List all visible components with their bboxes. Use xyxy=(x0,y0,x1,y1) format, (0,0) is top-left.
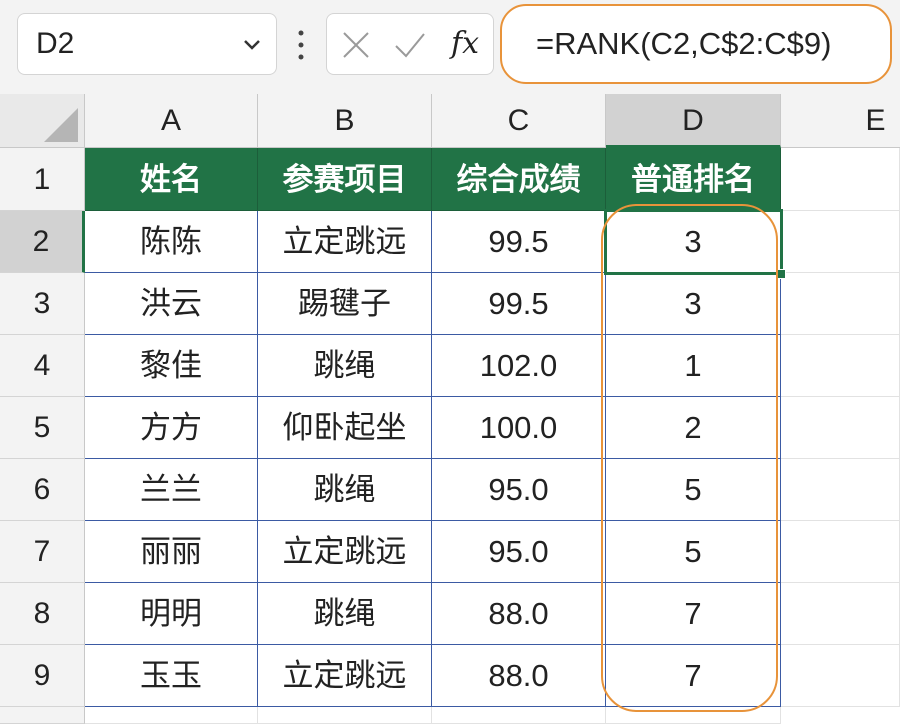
row-header-8[interactable]: 8 xyxy=(0,583,85,645)
table-header-event[interactable]: 参赛项目 xyxy=(258,148,432,211)
table-header-rank[interactable]: 普通排名 xyxy=(606,148,781,211)
row-header-4[interactable]: 4 xyxy=(0,335,85,397)
cell-event[interactable]: 立定跳远 xyxy=(258,521,432,583)
cell-event[interactable]: 跳绳 xyxy=(258,459,432,521)
table-header-name[interactable]: 姓名 xyxy=(85,148,258,211)
row-header-10[interactable] xyxy=(0,707,85,724)
row-header-6[interactable]: 6 xyxy=(0,459,85,521)
cell-event[interactable]: 踢毽子 xyxy=(258,273,432,335)
cell-e7[interactable] xyxy=(781,521,900,583)
fx-label[interactable]: fx xyxy=(451,26,479,61)
rank-highlight-outline xyxy=(601,204,778,712)
cell-e4[interactable] xyxy=(781,335,900,397)
cell-e1[interactable] xyxy=(781,148,900,211)
formula-bar: D2 fx =RANK(C2,C$2:C$9) xyxy=(0,0,900,94)
cell-score[interactable]: 88.0 xyxy=(432,645,606,707)
cell-e9[interactable] xyxy=(781,645,900,707)
cell-a10[interactable] xyxy=(85,707,258,724)
column-header-d[interactable]: D xyxy=(606,94,781,148)
cell-name[interactable]: 黎佳 xyxy=(85,335,258,397)
cell-score[interactable]: 95.0 xyxy=(432,521,606,583)
column-header-c[interactable]: C xyxy=(432,94,606,148)
table-header-score[interactable]: 综合成绩 xyxy=(432,148,606,211)
cell-name[interactable]: 方方 xyxy=(85,397,258,459)
row-header-5[interactable]: 5 xyxy=(0,397,85,459)
x-icon[interactable] xyxy=(339,28,373,62)
column-header-e[interactable]: E xyxy=(781,94,900,148)
cell-event[interactable]: 跳绳 xyxy=(258,583,432,645)
name-box-value: D2 xyxy=(36,27,75,60)
cell-name[interactable]: 陈陈 xyxy=(85,211,258,273)
row-header-9[interactable]: 9 xyxy=(0,645,85,707)
row-header-2[interactable]: 2 xyxy=(0,211,85,273)
column-header-b[interactable]: B xyxy=(258,94,432,148)
formula-buttons: fx xyxy=(326,13,494,75)
cell-name[interactable]: 丽丽 xyxy=(85,521,258,583)
cell-name[interactable]: 洪云 xyxy=(85,273,258,335)
cell-name[interactable]: 明明 xyxy=(85,583,258,645)
chevron-down-icon[interactable] xyxy=(240,32,264,56)
cell-e2[interactable] xyxy=(781,211,900,273)
cell-e6[interactable] xyxy=(781,459,900,521)
cell-event[interactable]: 立定跳远 xyxy=(258,645,432,707)
spreadsheet-grid: A B C D E 1 2 3 4 5 6 7 8 9 姓名 参赛项目 综合成绩… xyxy=(0,94,900,724)
formula-text: =RANK(C2,C$2:C$9) xyxy=(536,26,832,61)
row-header-7[interactable]: 7 xyxy=(0,521,85,583)
cell-c10[interactable] xyxy=(432,707,606,724)
cell-e3[interactable] xyxy=(781,273,900,335)
cell-e5[interactable] xyxy=(781,397,900,459)
more-options-icon[interactable] xyxy=(296,25,306,65)
cell-score[interactable]: 99.5 xyxy=(432,273,606,335)
name-box[interactable]: D2 xyxy=(17,13,277,75)
cell-event[interactable]: 跳绳 xyxy=(258,335,432,397)
cell-name[interactable]: 兰兰 xyxy=(85,459,258,521)
select-all-triangle-icon xyxy=(44,108,78,142)
cell-score[interactable]: 102.0 xyxy=(432,335,606,397)
select-all-corner[interactable] xyxy=(0,94,85,148)
cell-e8[interactable] xyxy=(781,583,900,645)
cell-event[interactable]: 仰卧起坐 xyxy=(258,397,432,459)
row-header-1[interactable]: 1 xyxy=(0,148,85,211)
cell-score[interactable]: 100.0 xyxy=(432,397,606,459)
row-header-3[interactable]: 3 xyxy=(0,273,85,335)
cell-score[interactable]: 99.5 xyxy=(432,211,606,273)
cell-event[interactable]: 立定跳远 xyxy=(258,211,432,273)
formula-input[interactable]: =RANK(C2,C$2:C$9) xyxy=(500,4,892,84)
cell-name[interactable]: 玉玉 xyxy=(85,645,258,707)
check-icon[interactable] xyxy=(393,28,427,62)
cell-score[interactable]: 88.0 xyxy=(432,583,606,645)
column-header-a[interactable]: A xyxy=(85,94,258,148)
cell-score[interactable]: 95.0 xyxy=(432,459,606,521)
cell-b10[interactable] xyxy=(258,707,432,724)
